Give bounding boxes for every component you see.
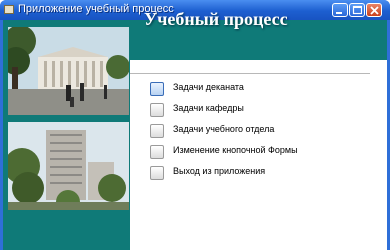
menu-item-label: Изменение кнопочной Формы [173, 145, 298, 155]
close-button[interactable] [366, 3, 382, 17]
menu-item-label: Задачи деканата [173, 82, 244, 92]
menu-item-academic-office-tasks[interactable]: Задачи учебного отдела [150, 123, 360, 139]
minimize-button[interactable] [332, 3, 348, 17]
checkbox-icon[interactable] [150, 124, 164, 138]
form-client-area: Задачи деканата Задачи кафедры Задачи уч… [3, 20, 387, 250]
checkbox-icon[interactable] [150, 166, 164, 180]
campus-tower-photo [8, 122, 129, 210]
header-divider [130, 73, 370, 74]
photo-pane [3, 20, 130, 250]
menu-item-label: Выход из приложения [173, 166, 266, 176]
checkbox-icon[interactable] [150, 103, 164, 117]
menu-item-label: Задачи кафедры [173, 103, 244, 113]
close-icon [370, 6, 379, 15]
menu-item-label: Задачи учебного отдела [173, 124, 275, 134]
menu-item-department-tasks[interactable]: Задачи кафедры [150, 102, 360, 118]
app-window: Приложение учебный процесс Задачи декана… [0, 0, 390, 250]
checkbox-icon[interactable] [150, 82, 164, 96]
menu-item-exit-application[interactable]: Выход из приложения [150, 165, 360, 181]
app-icon [4, 5, 14, 14]
menu-item-edit-switchboard[interactable]: Изменение кнопочной Формы [150, 144, 360, 160]
university-building-photo [8, 27, 129, 115]
minimize-icon [336, 12, 342, 14]
maximize-icon [352, 5, 362, 15]
checkbox-icon[interactable] [150, 145, 164, 159]
maximize-button[interactable] [349, 3, 365, 17]
banner-title: Учебный процесс [144, 9, 288, 29]
menu-item-dean-tasks[interactable]: Задачи деканата [150, 81, 360, 97]
